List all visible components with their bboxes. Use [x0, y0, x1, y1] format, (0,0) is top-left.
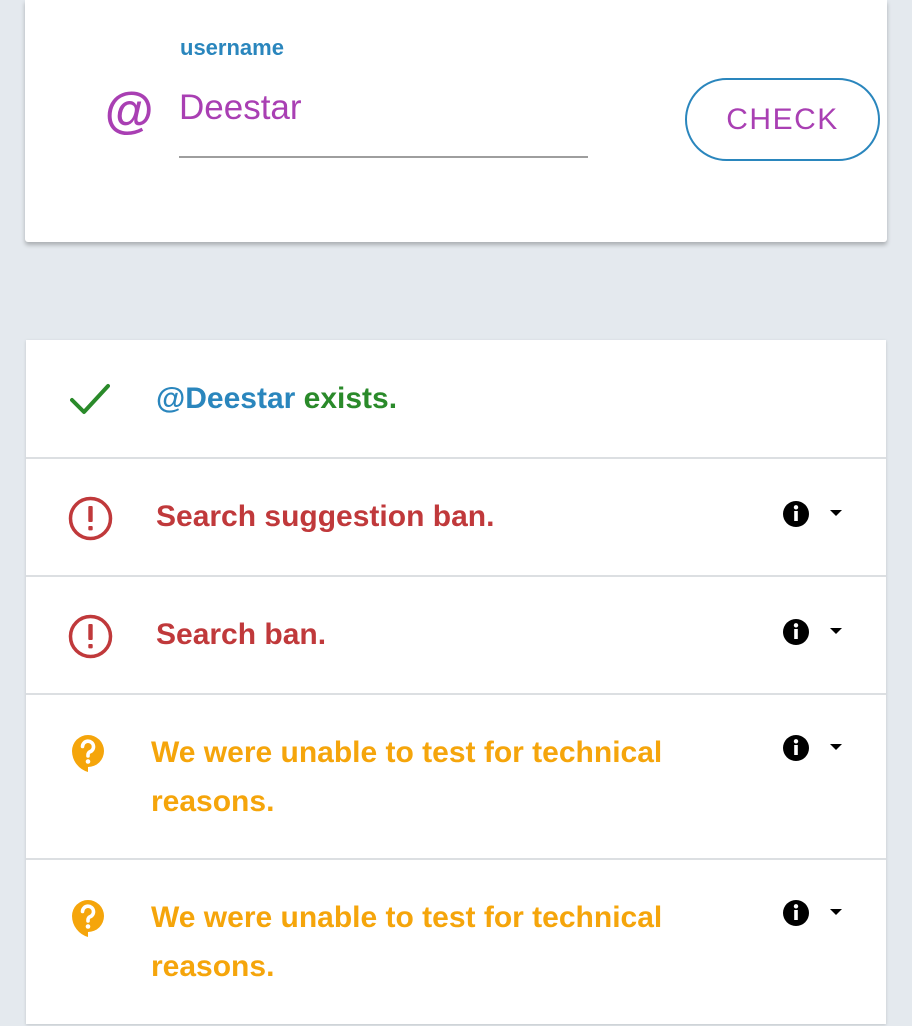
- alert-circle-icon: [68, 614, 113, 659]
- username-label: username: [180, 35, 284, 60]
- info-icon[interactable]: [781, 733, 811, 763]
- alert-circle-icon: [68, 496, 113, 541]
- result-row-exists: @Deestar exists.: [26, 340, 886, 458]
- chevron-down-icon[interactable]: [830, 628, 842, 634]
- info-icon[interactable]: [781, 898, 811, 928]
- search-ban-text: Search ban.: [156, 618, 327, 651]
- suggestion-ban-text: Search suggestion ban.: [156, 500, 495, 533]
- unknown-text-2: We were unable to test for technical rea…: [151, 901, 663, 983]
- username-card: username @ CHECK: [25, 0, 887, 242]
- exists-suffix: exists.: [295, 382, 398, 415]
- info-icon[interactable]: [781, 617, 811, 647]
- result-row-unknown-2: We were unable to test for technical rea…: [26, 858, 886, 1026]
- info-icon[interactable]: [781, 499, 811, 529]
- exists-handle: @Deestar: [156, 382, 296, 415]
- question-bubble-icon: [72, 900, 104, 937]
- username-input[interactable]: [179, 88, 588, 158]
- unknown-text-1: We were unable to test for technical rea…: [151, 736, 663, 818]
- chevron-down-icon[interactable]: [830, 510, 842, 516]
- question-bubble-icon: [72, 735, 104, 772]
- result-row-search-ban: Search ban.: [26, 575, 886, 694]
- results-card: @Deestar exists. Search suggestion ban. …: [26, 340, 886, 1024]
- chevron-down-icon[interactable]: [830, 909, 842, 915]
- at-icon: @: [104, 83, 153, 139]
- result-row-unknown-1: We were unable to test for technical rea…: [26, 693, 886, 858]
- check-icon: [70, 384, 110, 414]
- chevron-down-icon[interactable]: [830, 744, 842, 750]
- check-button[interactable]: CHECK: [685, 78, 880, 161]
- exists-text: @Deestar exists.: [156, 374, 397, 423]
- result-row-suggestion-ban: Search suggestion ban.: [26, 457, 886, 576]
